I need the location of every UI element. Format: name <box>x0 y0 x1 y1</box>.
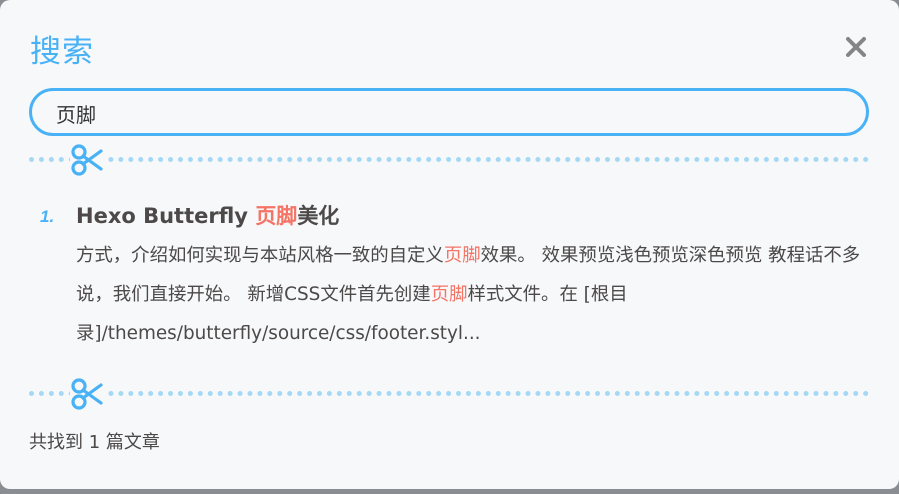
highlighted-keyword: 页脚 <box>443 245 481 266</box>
text-segment: Hexo Butterfly <box>76 204 256 228</box>
close-icon[interactable] <box>840 31 872 63</box>
bottom-divider <box>29 391 869 396</box>
search-dialog: 搜索 1. Hexo Butterfly 页脚美化 方式，介绍如何实现与本站风格… <box>0 0 899 489</box>
text-segment: 美化 <box>297 204 340 228</box>
search-input[interactable] <box>54 91 838 135</box>
scissors-icon <box>70 377 104 411</box>
dialog-title: 搜索 <box>30 34 94 70</box>
highlighted-keyword: 页脚 <box>430 284 468 305</box>
result-excerpt: 方式，介绍如何实现与本站风格一致的自定义页脚效果。 效果预览浅色预览深色预览 教… <box>76 236 866 353</box>
scissors-icon <box>70 143 104 177</box>
top-divider <box>29 157 869 162</box>
text-segment: 方式，介绍如何实现与本站风格一致的自定义 <box>76 245 444 266</box>
result-index: 1. <box>40 207 55 226</box>
highlighted-keyword: 页脚 <box>255 204 298 228</box>
result-title-link[interactable]: Hexo Butterfly 页脚美化 <box>76 200 339 230</box>
result-count: 共找到 1 篇文章 <box>29 432 160 453</box>
search-box <box>29 88 869 136</box>
